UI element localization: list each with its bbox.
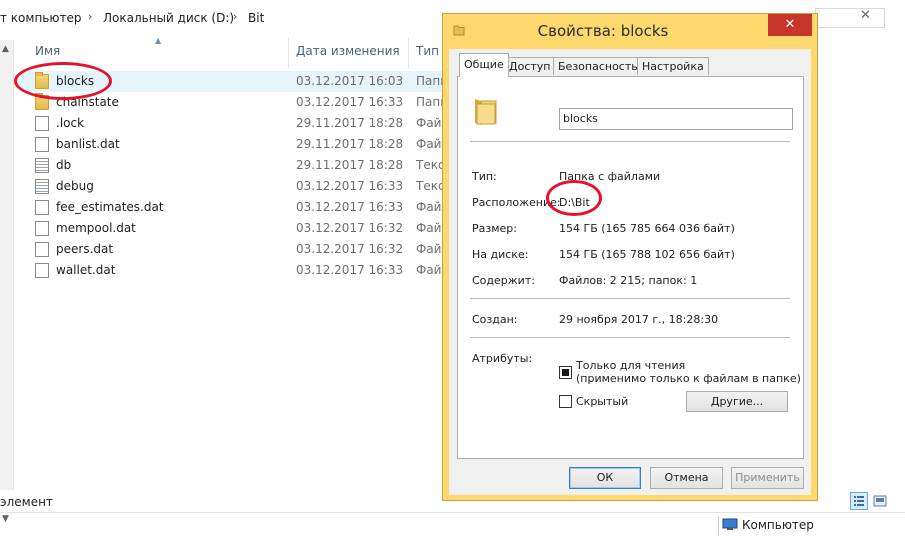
tab-sharing[interactable]: Доступ <box>504 57 556 75</box>
close-button[interactable]: ✕ <box>768 14 812 36</box>
divider <box>470 141 790 142</box>
annotation-circle-size <box>546 180 602 216</box>
file-date: 03.12.2017 16:33 <box>296 200 404 214</box>
file-icon <box>35 200 49 215</box>
tab-security[interactable]: Безопасность <box>553 57 643 75</box>
created-value: 29 ноября 2017 г., 18:28:30 <box>559 313 719 326</box>
contains-value: Файлов: 2 215; папок: 1 <box>559 274 698 287</box>
file-date: 03.12.2017 16:33 <box>296 179 404 193</box>
table-row[interactable]: mempool.dat 03.12.2017 16:32 Файл <box>22 218 452 239</box>
ondisk-label: На диске: <box>472 248 529 261</box>
file-name: peers.dat <box>56 242 114 256</box>
divider <box>470 298 790 299</box>
file-icon <box>35 221 49 236</box>
breadcrumb-drive[interactable]: Локальный диск (D:) <box>103 11 234 25</box>
tab-general[interactable]: Общие <box>459 53 509 77</box>
file-icon <box>35 137 49 152</box>
divider <box>718 516 719 536</box>
breadcrumb-separator-icon[interactable]: › <box>88 10 92 23</box>
chevron-up-icon[interactable]: ▲ <box>2 44 9 54</box>
file-date: 29.11.2017 18:28 <box>296 137 404 151</box>
details-view-icon[interactable] <box>850 492 868 510</box>
dialog-body: Общие Доступ Безопасность Настройка bloc… <box>449 49 811 495</box>
table-row[interactable]: db 29.11.2017 18:28 Текс <box>22 155 452 176</box>
file-icon <box>35 116 49 131</box>
file-date: 03.12.2017 16:32 <box>296 221 404 235</box>
column-divider[interactable] <box>288 38 289 68</box>
table-row[interactable]: debug 03.12.2017 16:33 Текс <box>22 176 452 197</box>
ok-button[interactable]: ОК <box>569 467 641 489</box>
status-item-count: элемент <box>0 495 53 509</box>
column-divider[interactable] <box>408 38 409 68</box>
divider <box>0 512 905 513</box>
folder-icon <box>472 96 498 126</box>
file-icon <box>35 242 49 257</box>
size-label: Размер: <box>472 222 517 235</box>
file-icon <box>35 263 49 278</box>
hidden-checkbox[interactable] <box>559 395 572 408</box>
file-date: 03.12.2017 16:32 <box>296 242 404 256</box>
file-date: 03.12.2017 16:33 <box>296 95 404 109</box>
table-row[interactable]: fee_estimates.dat 03.12.2017 16:33 Файл <box>22 197 452 218</box>
search-input[interactable] <box>815 8 885 28</box>
dialog-title: Свойства: blocks <box>537 22 669 40</box>
column-header-date[interactable]: Дата изменения <box>296 44 400 58</box>
hidden-checkbox-label[interactable]: Скрытый <box>576 395 628 408</box>
table-row[interactable]: wallet.dat 03.12.2017 16:33 Файл <box>22 260 452 281</box>
table-row[interactable]: banlist.dat 29.11.2017 18:28 Файл <box>22 134 452 155</box>
created-label: Создан: <box>472 313 518 326</box>
table-row[interactable]: .lock 29.11.2017 18:28 Файл <box>22 113 452 134</box>
file-name: mempool.dat <box>56 221 136 235</box>
tab-panel-general: blocks Тип: Папка с файлами Расположение… <box>457 76 804 459</box>
breadcrumb-separator-icon[interactable]: › <box>233 10 237 23</box>
file-name: .lock <box>56 116 85 130</box>
tab-customize[interactable]: Настройка <box>637 57 709 75</box>
annotation-circle-blocks <box>14 62 112 100</box>
status-zone-label: Компьютер <box>742 518 814 532</box>
table-row[interactable]: peers.dat 03.12.2017 16:32 Файл <box>22 239 452 260</box>
file-date: 29.11.2017 18:28 <box>296 116 404 130</box>
indeterminate-mark-icon <box>562 369 569 376</box>
text-file-icon <box>35 158 49 173</box>
file-type: Текс <box>416 158 445 172</box>
breadcrumb-computer[interactable]: т компьютер <box>0 11 81 25</box>
cancel-button[interactable]: Отмена <box>650 467 723 489</box>
column-header-name[interactable]: Имя <box>35 44 60 58</box>
other-attributes-button[interactable]: Другие... <box>686 391 788 412</box>
column-header-type[interactable]: Тип <box>416 44 439 58</box>
breadcrumb-bit[interactable]: Bit <box>248 11 264 25</box>
contains-label: Содержит: <box>472 274 535 287</box>
computer-icon <box>722 518 738 531</box>
file-name: debug <box>56 179 94 193</box>
sort-ascending-icon: ▲ <box>155 36 162 45</box>
file-name: fee_estimates.dat <box>56 200 164 214</box>
large-icons-view-icon[interactable] <box>872 493 888 509</box>
divider <box>470 337 790 338</box>
readonly-label-line2: (применимо только к файлам в папке) <box>576 372 801 385</box>
text-file-icon <box>35 179 49 194</box>
properties-dialog: Свойства: blocks ✕ Общие Доступ Безопасн… <box>442 13 818 501</box>
navigation-scrollbar[interactable]: ▲ ▼ <box>0 40 14 524</box>
file-date: 03.12.2017 16:03 <box>296 74 404 88</box>
apply-button[interactable]: Применить <box>731 467 804 489</box>
file-date: 29.11.2017 18:28 <box>296 158 404 172</box>
readonly-label-line1: Только для чтения <box>576 359 686 372</box>
dialog-titlebar[interactable]: Свойства: blocks ✕ <box>443 14 817 48</box>
folder-name-field[interactable]: blocks <box>559 108 793 130</box>
file-name: banlist.dat <box>56 137 120 151</box>
ondisk-value: 154 ГБ (165 788 102 656 байт) <box>559 248 735 261</box>
file-date: 03.12.2017 16:33 <box>296 263 404 277</box>
attributes-label: Атрибуты: <box>472 352 533 365</box>
close-icon[interactable]: ✕ <box>860 8 871 23</box>
file-list: blocks 03.12.2017 16:03 Папка chainstate… <box>22 71 455 281</box>
file-type: Текс <box>416 179 445 193</box>
file-name: wallet.dat <box>56 263 116 277</box>
chevron-down-icon[interactable]: ▼ <box>2 514 9 524</box>
file-name: db <box>56 158 72 172</box>
size-value: 154 ГБ (165 785 664 036 байт) <box>559 222 735 235</box>
readonly-checkbox[interactable] <box>559 366 572 379</box>
type-label: Тип: <box>472 170 497 183</box>
readonly-checkbox-label[interactable]: Только для чтения (применимо только к фа… <box>576 359 801 385</box>
